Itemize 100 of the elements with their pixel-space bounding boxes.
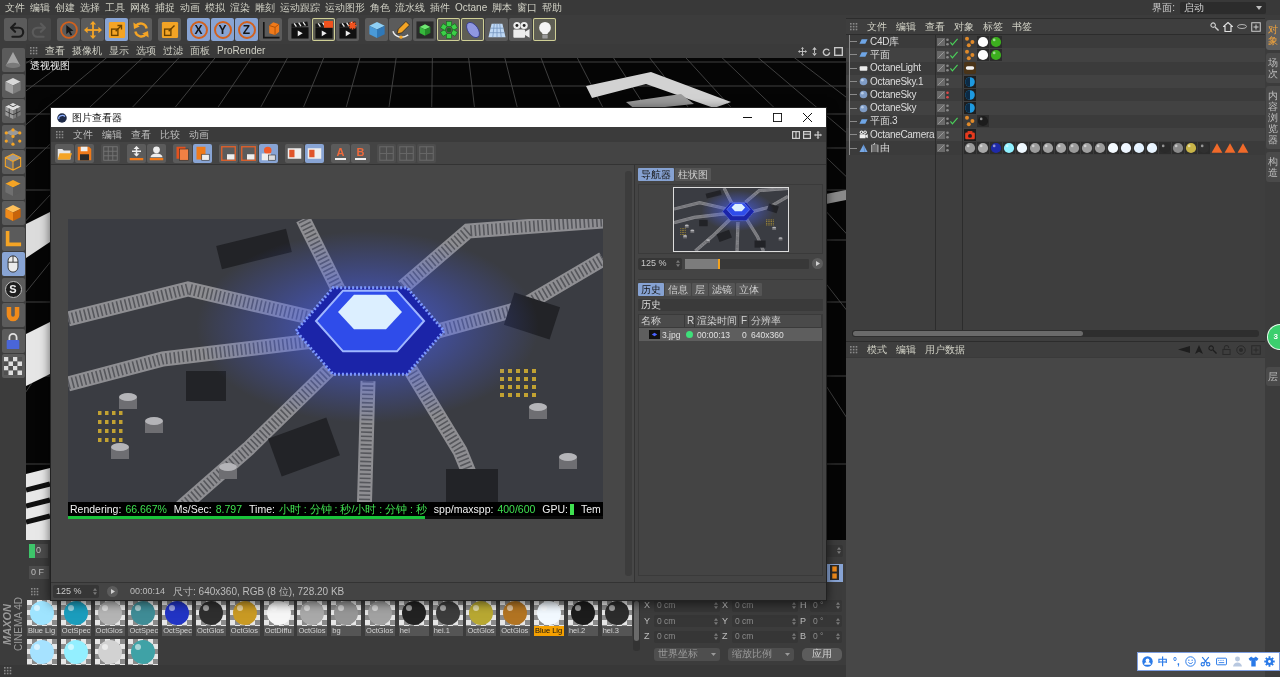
menu-item[interactable]: 选择 — [80, 1, 100, 14]
menu-item[interactable]: 运动图形 — [325, 1, 365, 14]
menu-item[interactable]: 渲染 — [230, 1, 250, 14]
menu-item[interactable]: 编辑 — [102, 128, 122, 141]
column-header[interactable]: 名称 — [639, 315, 685, 327]
size-field[interactable]: 0 cm — [732, 615, 798, 628]
menu-item[interactable]: 动画 — [180, 1, 200, 14]
side-tab[interactable]: 内容浏览器 — [1266, 86, 1280, 149]
menu-item[interactable]: ProRender — [217, 45, 266, 57]
axis-lock-button[interactable]: X — [187, 18, 210, 41]
menu-item[interactable]: 插件 — [430, 1, 450, 14]
apply-button[interactable]: 应用 — [802, 647, 842, 661]
render-view-button[interactable] — [288, 18, 311, 41]
menu-item[interactable]: 选项 — [136, 45, 156, 57]
play-button[interactable] — [107, 586, 118, 597]
select-button[interactable] — [57, 18, 80, 41]
subdivision-button[interactable] — [413, 18, 436, 41]
tab[interactable]: 层 — [692, 283, 708, 296]
tab[interactable]: 立体 — [736, 283, 762, 296]
compare-button[interactable] — [285, 143, 304, 163]
zoom-field[interactable]: 125 % — [53, 585, 99, 598]
book-button[interactable] — [173, 143, 192, 163]
menu-item[interactable]: 雕刻 — [255, 1, 275, 14]
ime-toggle[interactable]: 中 — [1158, 655, 1169, 668]
menu-item[interactable]: 流水线 — [395, 1, 425, 14]
menu-item[interactable]: 查看 — [45, 45, 65, 57]
open-button[interactable] — [55, 143, 74, 163]
menu-item[interactable]: 文件 — [5, 1, 25, 14]
menu-item[interactable]: 模拟 — [205, 1, 225, 14]
menu-item[interactable]: 查看 — [131, 128, 151, 141]
snap-button[interactable] — [1, 303, 25, 327]
tab[interactable]: 历史 — [638, 283, 664, 296]
start-frame-field[interactable]: 0 F — [29, 566, 49, 579]
person-down-button[interactable] — [147, 143, 166, 163]
scale-button[interactable] — [105, 18, 128, 41]
side-tab[interactable]: 构造 — [1266, 152, 1280, 182]
menu-item[interactable]: 动画 — [189, 128, 209, 141]
workplane-button[interactable] — [1, 354, 25, 378]
menu-item[interactable]: 标签 — [983, 20, 1003, 33]
menu-item[interactable]: 角色 — [370, 1, 390, 14]
menu-item[interactable]: 面板 — [190, 45, 210, 57]
recent-button[interactable] — [158, 18, 181, 41]
frame-slider-field[interactable]: 0 — [29, 543, 48, 558]
object-row[interactable]: OctaneCamera — [846, 128, 1265, 142]
history-row[interactable]: 3.jpg 00:00:13 0 640x360 — [639, 328, 822, 341]
layout-dropdown[interactable]: 启动 — [1180, 1, 1266, 14]
render-picture-button[interactable] — [312, 18, 335, 41]
menu-item[interactable]: 窗口 — [517, 1, 538, 14]
scrollbar-thumb[interactable] — [853, 331, 1083, 336]
deformer-button[interactable] — [461, 18, 484, 41]
edges-button[interactable] — [1, 150, 25, 174]
menu-item[interactable]: 帮助 — [542, 1, 563, 14]
menu-item[interactable]: 捕捉 — [155, 1, 175, 14]
spline-button[interactable] — [389, 18, 412, 41]
make-editable-button[interactable] — [1, 48, 25, 72]
zoom-slider-track[interactable] — [685, 258, 809, 269]
uv-button[interactable] — [1, 201, 25, 225]
column-header[interactable]: 分辨率 — [749, 315, 822, 327]
menu-item[interactable]: 运动跟踪 — [280, 1, 320, 14]
side-tab[interactable]: 层 — [1266, 367, 1280, 386]
axis-lock-button[interactable]: Y — [211, 18, 234, 41]
menu-item[interactable]: 创建 — [55, 1, 75, 14]
menu-item[interactable]: 书签 — [1012, 20, 1032, 33]
position-field[interactable]: 0 cm — [654, 615, 720, 628]
menu-item[interactable]: 摄像机 — [72, 45, 102, 57]
coordinates-button[interactable] — [259, 18, 282, 41]
scrollbar-thumb[interactable] — [634, 601, 639, 641]
menu-item[interactable]: 过滤 — [163, 45, 183, 57]
tab[interactable]: 导航器 — [638, 168, 674, 181]
axis-mode-button[interactable] — [1, 226, 25, 251]
column-header[interactable]: F — [739, 315, 749, 327]
frame-person-button[interactable] — [259, 143, 278, 163]
polygons-button[interactable] — [1, 175, 25, 200]
light-button[interactable] — [533, 18, 556, 41]
tweak-button[interactable] — [1, 252, 25, 276]
cloner-button[interactable] — [437, 18, 460, 41]
cube-button[interactable] — [365, 18, 388, 41]
axis-lock-button[interactable]: Z — [235, 18, 258, 41]
texture-button[interactable] — [1, 99, 25, 123]
move-button[interactable] — [81, 18, 104, 41]
object-row[interactable]: 平面 — [846, 48, 1265, 62]
menu-item[interactable]: 查看 — [925, 20, 945, 33]
object-row[interactable]: OctaneSky — [846, 101, 1265, 115]
points-button[interactable] — [1, 124, 25, 149]
undo-button[interactable] — [4, 18, 27, 41]
document-button[interactable] — [193, 143, 212, 163]
menu-item[interactable]: 对象 — [954, 20, 974, 33]
lock-button[interactable] — [1, 328, 25, 353]
position-field[interactable]: 0 cm — [654, 630, 720, 643]
floor-button[interactable] — [485, 18, 508, 41]
menu-item[interactable]: 显示 — [109, 45, 129, 57]
frame-button[interactable] — [219, 143, 238, 163]
column-header[interactable]: R — [685, 315, 695, 327]
column-header[interactable]: 渲染时间 — [695, 315, 739, 327]
menu-item[interactable]: 文件 — [867, 20, 887, 33]
compare-button[interactable] — [305, 143, 324, 163]
menu-item[interactable]: 编辑 — [896, 343, 916, 356]
solo-button[interactable]: S — [1, 277, 25, 302]
tab[interactable]: 滤镜 — [709, 283, 735, 296]
side-tab[interactable]: 对象 — [1266, 20, 1280, 50]
